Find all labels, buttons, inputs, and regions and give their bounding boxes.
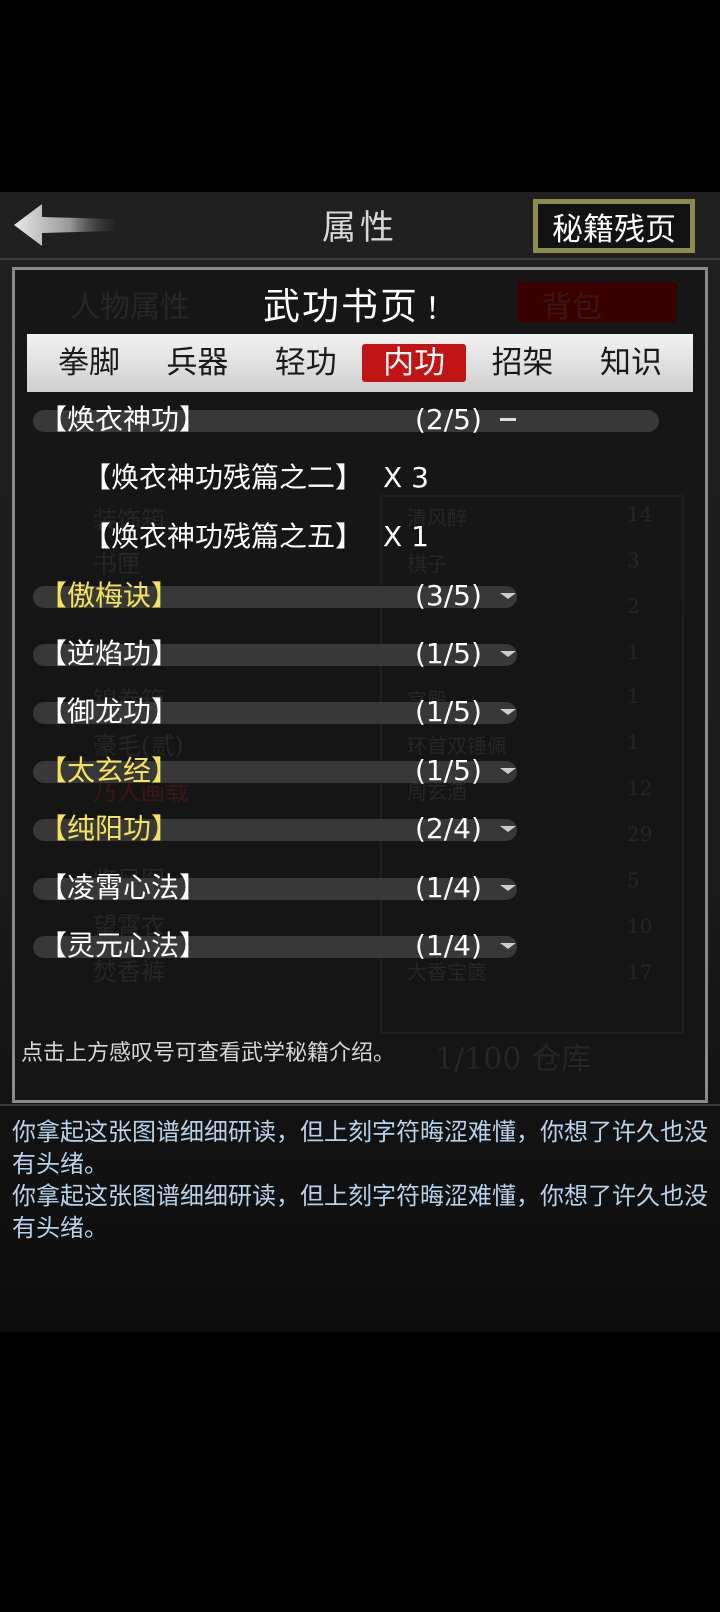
page-item: 【焕衣神功残篇之五】 X 1 bbox=[83, 515, 429, 559]
status-area bbox=[0, 0, 720, 192]
skill-page-count: (1/4) bbox=[415, 929, 482, 962]
back-arrow-icon bbox=[14, 204, 114, 246]
hint-text: 点击上方感叹号可查看武学秘籍介绍。 bbox=[21, 1041, 396, 1066]
chevron-down-icon[interactable] bbox=[498, 708, 518, 716]
tab-zhaojia[interactable]: 招架 bbox=[471, 344, 575, 382]
collapse-icon[interactable] bbox=[498, 416, 518, 424]
info-exclamation-button[interactable]: ！ bbox=[425, 292, 457, 327]
page-item: 【焕衣神功残篇之二】 X 3 bbox=[83, 456, 429, 500]
skill-pages-panel: 人物属性 背包 装饰箱 书匣 锦卷箱 豪毛(贰) 乃人画载 临风图 望霄衣 焚香… bbox=[12, 267, 708, 1103]
chevron-down-icon[interactable] bbox=[498, 592, 518, 600]
skill-name: 【纯阳功】 bbox=[39, 812, 180, 845]
skill-row[interactable]: 【纯阳功】 (2/4) bbox=[15, 807, 705, 851]
tab-quanjiao[interactable]: 拳脚 bbox=[37, 344, 141, 382]
skill-row[interactable]: 【御龙功】 (1/5) bbox=[15, 690, 705, 734]
skill-row[interactable]: 【灵元心法】 (1/4) bbox=[15, 924, 705, 968]
tab-bingqi[interactable]: 兵器 bbox=[145, 344, 249, 382]
page-title: 属性 bbox=[322, 208, 398, 248]
log-message: 你拿起这张图谱细细研读，但上刻字符晦涩难懂，你想了许久也没有头绪。 bbox=[12, 1118, 708, 1178]
skill-row[interactable]: 【太玄经】 (1/5) bbox=[15, 749, 705, 793]
tab-qinggong[interactable]: 轻功 bbox=[254, 344, 358, 382]
tab-zhishi[interactable]: 知识 bbox=[579, 344, 683, 382]
chevron-down-icon[interactable] bbox=[498, 767, 518, 775]
skill-page-count: (1/5) bbox=[415, 754, 482, 787]
ghost-number: 14 bbox=[627, 502, 653, 526]
skill-page-count: (2/5) bbox=[415, 403, 482, 436]
panel-bottom-divider bbox=[0, 1104, 720, 1106]
header-divider bbox=[0, 258, 720, 260]
skill-name: 【傲梅诀】 bbox=[39, 579, 180, 612]
skill-row[interactable]: 【傲梅诀】 (3/5) bbox=[15, 574, 705, 618]
skill-name: 【御龙功】 bbox=[39, 695, 180, 728]
skill-name: 【太玄经】 bbox=[39, 754, 180, 787]
panel-title: 武功书页！ bbox=[15, 276, 705, 330]
back-arrow-button[interactable] bbox=[12, 202, 116, 248]
skill-page-count: (1/4) bbox=[415, 871, 482, 904]
tab-neigong[interactable]: 内功 bbox=[362, 344, 467, 382]
skill-page-count: (1/5) bbox=[415, 637, 482, 670]
ghost-number: 3 bbox=[627, 548, 640, 572]
bottom-area bbox=[0, 1332, 720, 1612]
skill-page-count: (3/5) bbox=[415, 579, 482, 612]
page-item-name: 【焕衣神功残篇之二】 bbox=[83, 461, 364, 494]
secret-pages-button[interactable]: 秘籍残页 bbox=[533, 199, 695, 253]
skill-page-count: (2/4) bbox=[415, 812, 482, 845]
skill-category-tabs: 拳脚 兵器 轻功 内功 招架 知识 bbox=[27, 334, 693, 392]
ghost-storage-count: 1/100 仓库 bbox=[435, 1042, 591, 1077]
log-message: 你拿起这张图谱细细研读，但上刻字符晦涩难懂，你想了许久也没有头绪。 bbox=[12, 1182, 708, 1242]
chevron-down-icon[interactable] bbox=[498, 650, 518, 658]
chevron-down-icon[interactable] bbox=[498, 942, 518, 950]
chevron-down-icon[interactable] bbox=[498, 825, 518, 833]
skill-name: 【灵元心法】 bbox=[39, 929, 208, 962]
page-item-name: 【焕衣神功残篇之五】 bbox=[83, 520, 364, 553]
skill-row[interactable]: 【焕衣神功】 (2/5) bbox=[15, 398, 705, 442]
skill-page-count: (1/5) bbox=[415, 695, 482, 728]
skill-name: 【焕衣神功】 bbox=[39, 403, 208, 436]
panel-title-text: 武功书页 bbox=[263, 285, 419, 328]
page-item-qty: X 3 bbox=[383, 461, 429, 494]
skill-row[interactable]: 【凌霄心法】 (1/4) bbox=[15, 866, 705, 910]
skill-name: 【凌霄心法】 bbox=[39, 871, 208, 904]
message-log: 你拿起这张图谱细细研读，但上刻字符晦涩难懂，你想了许久也没有头绪。 你拿起这张图… bbox=[12, 1116, 712, 1244]
chevron-down-icon[interactable] bbox=[498, 884, 518, 892]
skill-name: 【逆焰功】 bbox=[39, 637, 180, 670]
skill-row[interactable]: 【逆焰功】 (1/5) bbox=[15, 632, 705, 676]
page-item-qty: X 1 bbox=[383, 520, 429, 553]
